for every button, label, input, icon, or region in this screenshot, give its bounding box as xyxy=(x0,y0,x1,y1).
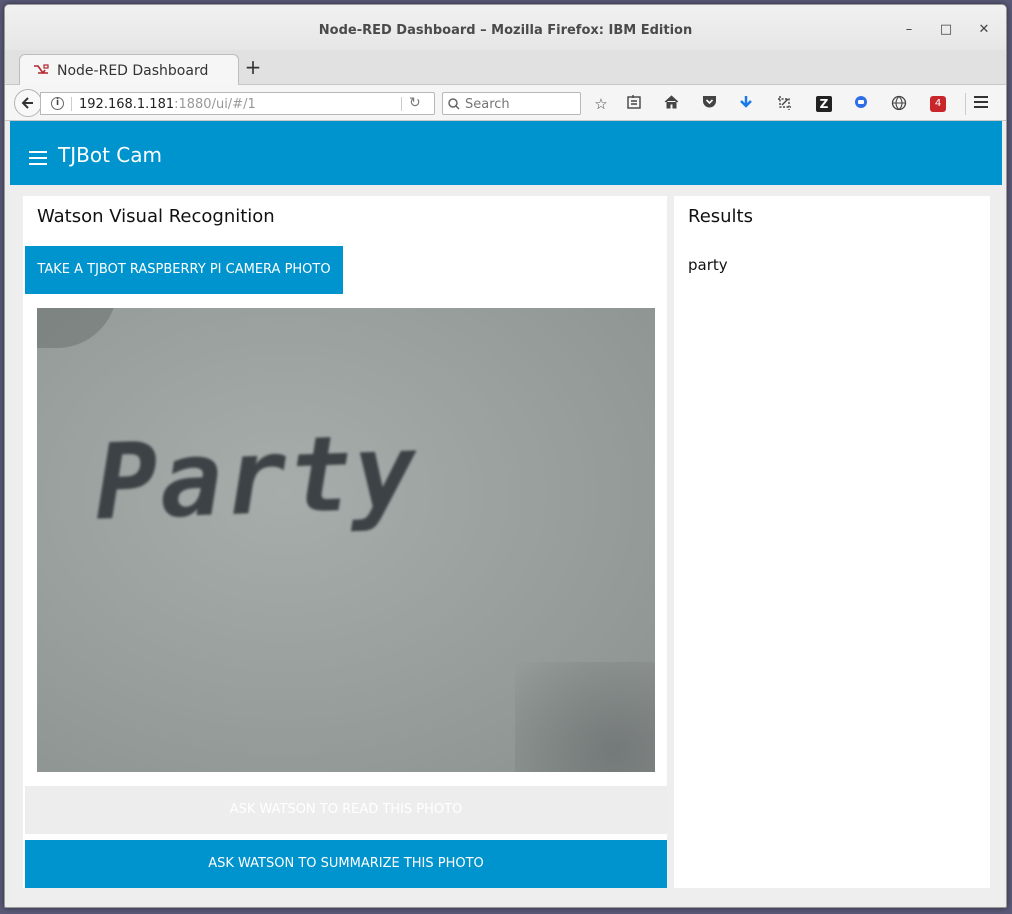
url-separator xyxy=(71,97,72,111)
take-photo-button[interactable]: TAKE A TJBOT RASPBERRY PI CAMERA PHOTO xyxy=(25,246,343,294)
titlebar: Node-RED Dashboard – Mozilla Firefox: IB… xyxy=(5,5,1006,50)
tab-label: Node-RED Dashboard xyxy=(57,63,209,79)
camera-photo: Party xyxy=(37,308,655,772)
watson-card: Watson Visual Recognition TAKE A TJBOT R… xyxy=(23,196,667,888)
url-text[interactable]: 192.168.1.181:1880/ui/#/1 xyxy=(79,97,256,112)
minimize-button[interactable]: – xyxy=(898,19,920,41)
search-bar[interactable] xyxy=(442,92,581,115)
pocket-icon[interactable] xyxy=(700,95,718,113)
dashboard-app: TJBot Cam Watson Visual Recognition TAKE… xyxy=(10,121,1002,905)
star-icon[interactable]: ☆ xyxy=(592,95,610,113)
screenshot-icon[interactable] xyxy=(776,95,794,113)
extension-icon[interactable] xyxy=(852,95,870,113)
globe-icon[interactable] xyxy=(890,95,908,113)
url-bar[interactable]: i 192.168.1.181:1880/ui/#/1 ↻ xyxy=(40,92,435,115)
back-button[interactable] xyxy=(14,89,42,117)
zotero-icon[interactable]: Z xyxy=(816,96,832,112)
summarize-photo-button[interactable]: ASK WATSON TO SUMMARIZE THIS PHOTO xyxy=(25,840,667,888)
url-path: :1880/ui/#/1 xyxy=(174,97,256,112)
close-button[interactable]: ✕ xyxy=(973,19,995,41)
hamburger-menu-icon[interactable] xyxy=(972,95,990,113)
maximize-button[interactable]: □ xyxy=(935,19,957,41)
node-red-icon xyxy=(33,63,49,77)
tab-node-red-dashboard[interactable]: Node-RED Dashboard xyxy=(19,54,239,85)
navigation-bar: i 192.168.1.181:1880/ui/#/1 ↻ ☆ Z xyxy=(5,85,1006,121)
results-card: Results party xyxy=(674,196,990,888)
home-icon[interactable] xyxy=(662,95,680,113)
app-header: TJBot Cam xyxy=(10,121,1002,185)
download-icon[interactable] xyxy=(737,95,755,113)
photo-corner-shadow xyxy=(37,308,117,348)
notification-badge-icon[interactable]: 4 xyxy=(930,96,946,112)
info-icon[interactable]: i xyxy=(51,97,64,110)
toolbar-separator xyxy=(965,93,966,115)
menu-icon[interactable] xyxy=(29,151,47,165)
browser-window: Node-RED Dashboard – Mozilla Firefox: IB… xyxy=(4,4,1007,908)
window-title: Node-RED Dashboard – Mozilla Firefox: IB… xyxy=(318,23,693,38)
card-title-results: Results xyxy=(688,206,753,227)
tab-strip: Node-RED Dashboard + xyxy=(5,50,1006,85)
url-host: 192.168.1.181 xyxy=(79,97,175,112)
read-photo-button[interactable]: ASK WATSON TO READ THIS PHOTO xyxy=(25,786,667,834)
photo-party-text: Party xyxy=(92,410,421,544)
reload-icon[interactable]: ↻ xyxy=(409,95,421,111)
photo-bottom-shadow xyxy=(515,662,655,772)
arrow-left-icon xyxy=(21,97,33,109)
reading-list-icon[interactable] xyxy=(625,95,643,113)
result-value: party xyxy=(688,256,728,274)
reload-separator xyxy=(401,97,402,111)
card-title-watson: Watson Visual Recognition xyxy=(37,206,275,227)
search-input[interactable] xyxy=(465,95,577,113)
new-tab-button[interactable]: + xyxy=(243,57,263,78)
search-icon xyxy=(448,95,460,114)
app-title: TJBot Cam xyxy=(58,143,162,167)
